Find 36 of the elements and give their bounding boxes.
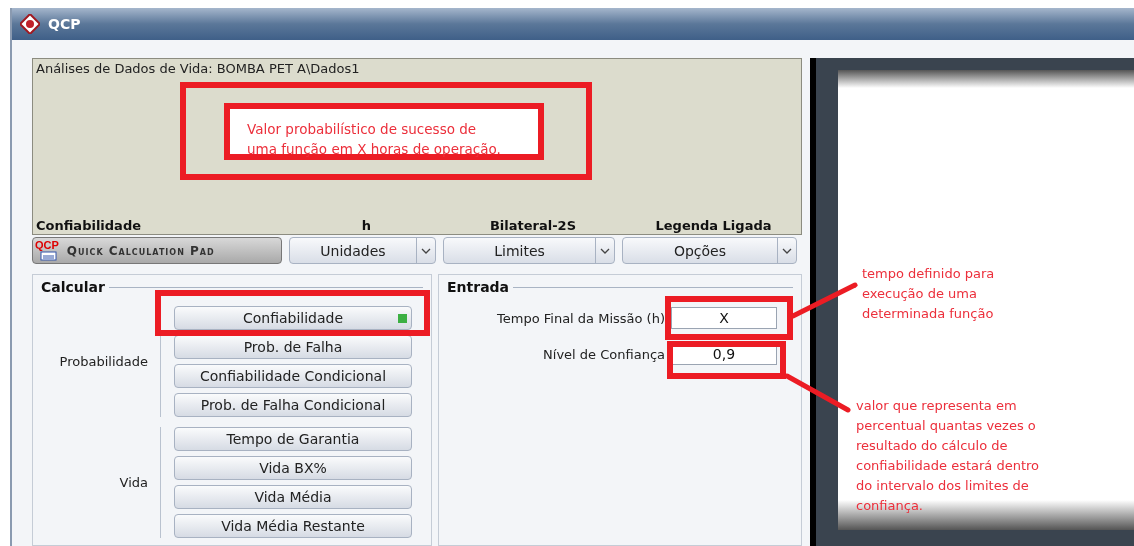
status-label: Legenda Ligada — [654, 218, 773, 233]
calculate-button[interactable]: Confiabilidade Condicional — [174, 364, 412, 388]
caret-icon — [782, 247, 792, 254]
diamond-logo-icon — [20, 14, 40, 34]
group-label: Vida — [119, 427, 161, 538]
status-label: Confiabilidade — [36, 218, 142, 233]
input-field[interactable]: X — [671, 307, 777, 329]
calculate-button[interactable]: Vida Média — [174, 485, 412, 509]
calculate-button[interactable]: Vida BX% — [174, 456, 412, 480]
calculate-button[interactable]: Prob. de Falha Condicional — [174, 393, 412, 417]
calculate-button[interactable]: Prob. de Falha — [174, 335, 412, 359]
status-label: h — [360, 218, 373, 233]
pane-title: Entrada — [447, 279, 510, 295]
annotation-note: valor que representa em percentual quantas vezes o resultado do cálculo de confiabilidade estará dentro do intervalo dos limites de confiança. — [856, 397, 1041, 515]
leader-line — [790, 282, 858, 319]
caret-icon — [421, 247, 431, 254]
analysis-title: Análises de Dados de Vida: BOMBA PET A\Dados1 — [36, 61, 361, 76]
quick-calculation-pad-button[interactable]: QCP Quick Calculation Pad — [32, 237, 282, 264]
annotation-note: tempo definido para execução de uma determinada função — [862, 265, 996, 323]
field-label: Tempo Final da Missão (h) — [497, 310, 665, 326]
qcp-logo: QCP — [35, 240, 59, 261]
status-label: Bilateral-2S — [488, 218, 578, 233]
callout-text: Valor probabilístico de sucesso de uma função em X horas de operação. — [246, 120, 502, 159]
calculate-button[interactable]: Vida Média Restante — [174, 514, 412, 538]
leader-line — [784, 373, 851, 413]
caret-icon — [600, 247, 610, 254]
dropdown-button[interactable]: Unidades — [289, 237, 436, 264]
pane-title: Calcular — [41, 279, 105, 295]
field-label: Nível de Confiança — [543, 346, 665, 362]
indicator-icon — [398, 314, 407, 323]
calculate-button[interactable]: Tempo de Garantia — [174, 427, 412, 451]
dropdown-button[interactable]: Limites — [443, 237, 615, 264]
calculate-button[interactable]: Confiabilidade — [174, 306, 412, 330]
group-label: Probabilidade — [59, 306, 161, 417]
window-title: QCP — [48, 16, 81, 32]
dropdown-button[interactable]: Opções — [622, 237, 797, 264]
